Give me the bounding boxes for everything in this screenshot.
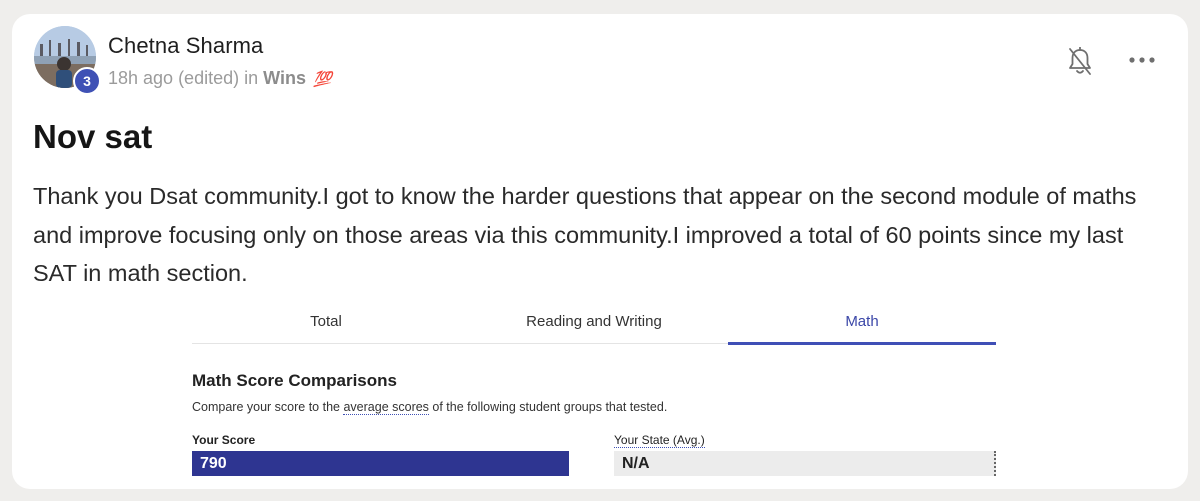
your-score-label: Your Score [192,433,256,447]
state-score-bar: N/A [614,451,996,476]
bell-off-icon[interactable] [1062,44,1098,80]
state-average-label[interactable]: Your State (Avg.) [614,433,705,448]
comparison-title: Math Score Comparisons [192,371,397,390]
comparison-description: Compare your score to the average scores… [192,400,668,415]
post-timestamp[interactable]: 18h ago (edited) [108,68,239,89]
author-avatar-group[interactable]: 3 [34,26,101,95]
average-scores-link[interactable]: average scores [343,400,429,415]
more-horizontal-icon[interactable] [1124,42,1160,78]
state-score-value: N/A [622,454,650,472]
post-card: 3 Chetna Sharma 18h ago (edited) in Wins… [12,14,1188,489]
description-suffix: of the following student groups that tes… [428,400,668,414]
post-meta: 18h ago (edited) in Wins 💯 [108,68,332,89]
level-badge: 3 [73,67,101,95]
your-score-bar: 790 [192,451,569,476]
your-score-value: 790 [200,454,227,472]
post-title: Nov sat [33,118,153,155]
author-name[interactable]: Chetna Sharma [108,33,263,59]
category-link[interactable]: Wins [263,68,306,89]
tab-math[interactable]: Math [728,302,996,345]
tab-reading-writing[interactable]: Reading and Writing [460,302,728,343]
description-prefix: Compare your score to the [192,400,344,414]
score-tabs: Total Reading and Writing Math [192,302,996,345]
tab-total[interactable]: Total [192,302,460,343]
score-report-image: Total Reading and Writing Math Math Scor… [192,302,996,489]
in-label: in [244,68,259,88]
post-body: Thank you Dsat community.I got to know t… [33,183,1137,286]
hundred-points-emoji: 💯 [312,70,332,88]
